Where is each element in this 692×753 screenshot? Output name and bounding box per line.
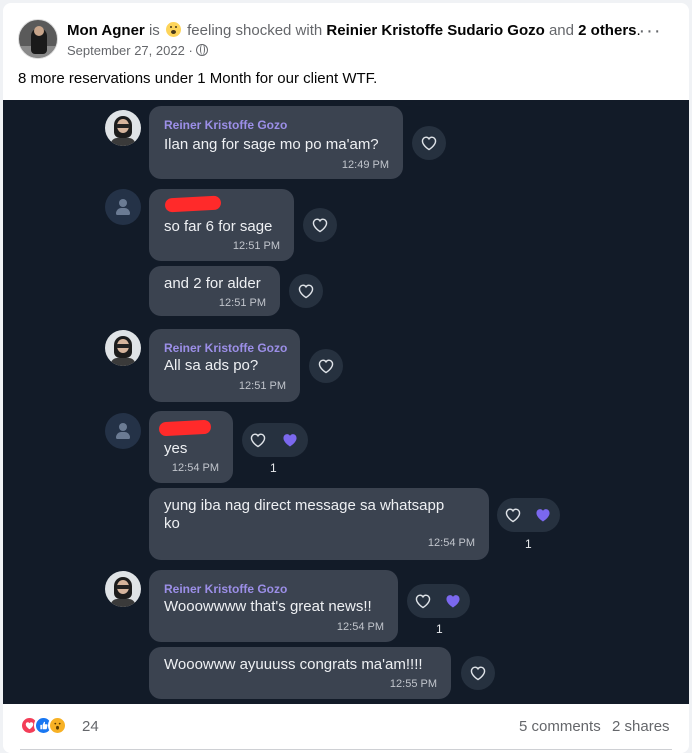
chat-bubble: Reiner Kristoffe Gozo All sa ads po? 12:… (149, 329, 300, 402)
shares-count[interactable]: 2 shares (612, 718, 670, 735)
author-line: Mon Agner is feeling shocked with Reinie… (67, 22, 641, 39)
chat-bubble: Reiner Kristoffe Gozo Wooowwww that's gr… (149, 570, 398, 642)
reaction-pill (407, 584, 470, 618)
post-meta: September 27, 2022 · (67, 43, 209, 58)
chat-time: 12:49 PM (341, 159, 389, 171)
is-text: is (148, 22, 160, 39)
facebook-post: Mon Agner is feeling shocked with Reinie… (3, 3, 689, 753)
chat-message: and 2 for alder (164, 275, 261, 292)
reiner-avatar (105, 110, 141, 146)
heart-outline-icon (412, 126, 446, 160)
heart-outline-icon (250, 433, 266, 448)
heart-filled-icon (283, 434, 297, 447)
chat-message: Ilan ang for sage mo po ma'am? (164, 136, 379, 153)
and-text: and (548, 22, 574, 39)
reaction-count: 1 (525, 537, 532, 551)
chat-screenshot-image[interactable]: Reiner Kristoffe Gozo Ilan ang for sage … (3, 100, 689, 704)
chat-time: 12:54 PM (171, 462, 219, 474)
reiner-avatar (105, 571, 141, 607)
reaction-total[interactable]: 24 (82, 718, 99, 735)
chat-sender: Reiner Kristoffe Gozo (164, 341, 288, 355)
reaction-pill (242, 423, 308, 457)
divider (20, 749, 672, 750)
chat-bubble: Wooowww ayuuuss congrats ma'am!!!! 12:55… (149, 647, 451, 699)
comments-count[interactable]: 5 comments (519, 718, 601, 735)
chat-time: 12:54 PM (427, 537, 475, 549)
author-name[interactable]: Mon Agner (67, 22, 145, 39)
chat-bubble: and 2 for alder 12:51 PM (149, 266, 280, 316)
default-avatar (105, 413, 141, 449)
redaction-mark (158, 419, 212, 437)
chat-message-line1: yung iba nag direct message sa whatsapp (164, 497, 445, 514)
chat-time: 12:51 PM (238, 380, 286, 392)
chat-bubble: Reiner Kristoffe Gozo Ilan ang for sage … (149, 106, 403, 179)
post-body: 8 more reservations under 1 Month for ou… (18, 70, 378, 87)
heart-outline-icon (461, 656, 495, 690)
default-avatar (105, 189, 141, 225)
tagged-others[interactable]: 2 others (578, 22, 636, 39)
redaction-mark (164, 195, 222, 213)
chat-bubble: yes 12:54 PM (149, 411, 233, 483)
more-options-icon[interactable]: ··· (638, 21, 662, 49)
globe-icon[interactable] (196, 44, 209, 56)
chat-time: 12:54 PM (336, 621, 384, 633)
heart-outline-icon (289, 274, 323, 308)
reiner-avatar (105, 330, 141, 366)
heart-filled-icon (536, 509, 550, 522)
heart-filled-icon (446, 595, 460, 608)
heart-outline-icon (303, 208, 337, 242)
heart-outline-icon (415, 594, 431, 609)
meta-separator: · (188, 43, 193, 58)
reaction-count: 1 (270, 461, 277, 475)
shocked-emoji-icon (165, 22, 181, 37)
chat-time: 12:51 PM (218, 297, 266, 309)
chat-sender: Reiner Kristoffe Gozo (164, 118, 288, 132)
chat-message: All sa ads po? (164, 357, 259, 374)
post-footer: 24 5 comments 2 shares (3, 704, 689, 753)
chat-message: Wooowwww that's great news!! (164, 598, 372, 615)
chat-time: 12:51 PM (232, 240, 280, 252)
author-avatar[interactable] (18, 19, 58, 59)
feeling-text: feeling shocked with (187, 22, 323, 39)
post-date[interactable]: September 27, 2022 (67, 43, 185, 58)
heart-outline-icon (309, 349, 343, 383)
chat-time: 12:55 PM (389, 678, 437, 690)
chat-bubble: so far 6 for sage 12:51 PM (149, 189, 294, 261)
reaction-count: 1 (436, 622, 443, 636)
chat-bubble: yung iba nag direct message sa whatsapp … (149, 488, 489, 560)
wow-reaction-icon (48, 716, 67, 735)
tagged-person[interactable]: Reinier Kristoffe Sudario Gozo (326, 22, 544, 39)
chat-sender: Reiner Kristoffe Gozo (164, 582, 288, 596)
reaction-pill (497, 498, 560, 532)
chat-message: so far 6 for sage (164, 218, 273, 235)
chat-message: Wooowww ayuuuss congrats ma'am!!!! (164, 656, 423, 673)
chat-message-line2: ko (164, 515, 180, 532)
heart-outline-icon (505, 508, 521, 523)
post-header: Mon Agner is feeling shocked with Reinie… (3, 3, 689, 98)
chat-message: yes (164, 440, 188, 457)
